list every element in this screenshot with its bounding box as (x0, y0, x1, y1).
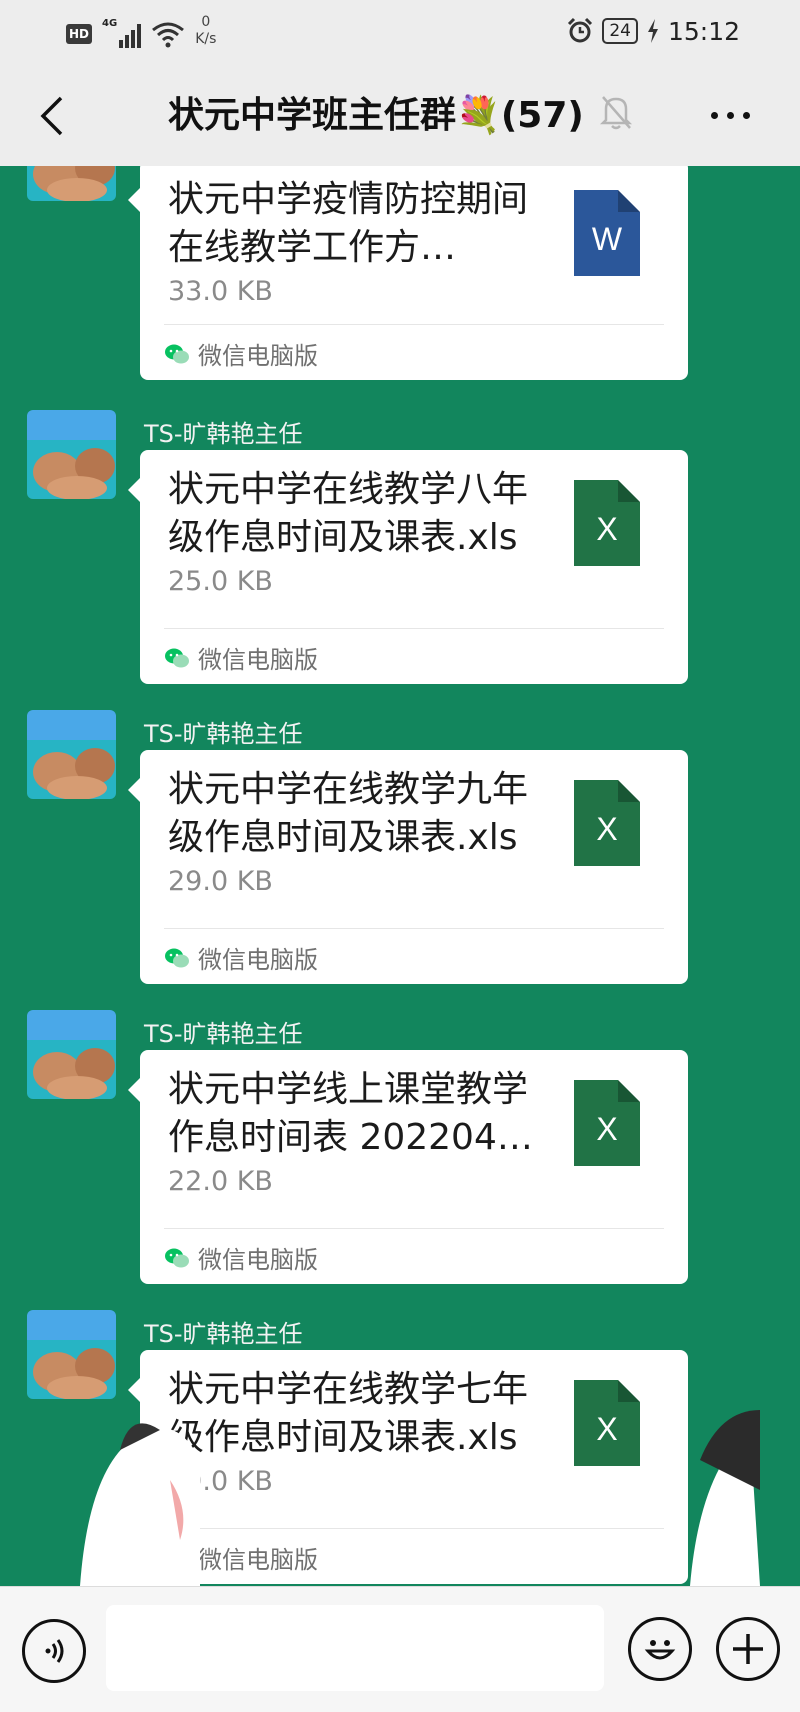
source-row: 微信电脑版 (164, 640, 318, 675)
file-card[interactable]: 状元中学在线教学九年级作息时间及课表.xls 29.0 KB X 微信电脑版 (128, 750, 688, 984)
svg-text:W: W (592, 221, 623, 257)
hd-badge: HD (66, 24, 93, 44)
sender-name: TS-旷韩艳主任 (144, 1320, 303, 1348)
svg-text:X: X (596, 1111, 617, 1147)
card-divider (164, 628, 664, 629)
wechat-icon (165, 344, 189, 363)
top-bar: HD 4G 0 K/s 24 15:12 状元中学班主任群💐(57) (0, 0, 800, 166)
source-label: 微信电脑版 (198, 646, 318, 674)
ellipsis-icon (710, 111, 718, 119)
bell-muted-icon (599, 96, 633, 130)
source-label: 微信电脑版 (198, 342, 318, 370)
source-row: 微信电脑版 (164, 940, 318, 975)
file-size: 33.0 KB (168, 276, 273, 307)
excel-file-icon: X (574, 1080, 640, 1166)
speed-value: 0 (201, 14, 211, 30)
source-row: 微信电脑版 (164, 1240, 318, 1275)
file-card[interactable]: 状元中学在线教学八年级作息时间及课表.xls 25.0 KB X 微信电脑版 (128, 450, 688, 684)
file-name: 状元中学在线教学九年级作息时间及课表.xls (168, 769, 529, 858)
message-input[interactable] (106, 1605, 604, 1691)
source-label: 微信电脑版 (198, 946, 318, 974)
chat-title: 状元中学班主任群💐(57) (168, 95, 584, 136)
file-size: 25.0 KB (168, 566, 273, 597)
signal-indicator: 4G (102, 14, 142, 48)
emoji-icon (644, 1640, 676, 1660)
chat-header: 状元中学班主任群💐(57) (0, 70, 800, 166)
input-bar (0, 1586, 800, 1712)
chevron-left-icon (40, 96, 63, 136)
sender-name: TS-旷韩艳主任 (144, 720, 303, 748)
network-type: 4G (102, 18, 118, 29)
file-card[interactable]: 状元中学线上课堂教学作息时间表 202204… 22.0 KB X 微信电脑版 (128, 1050, 688, 1284)
battery-level: 24 (602, 18, 638, 44)
status-bar-right: 24 15:12 (566, 14, 740, 48)
card-divider (164, 928, 664, 929)
file-name: 状元中学线上课堂教学作息时间表 202204… (168, 1069, 533, 1158)
excel-file-icon: X (574, 780, 640, 866)
clock: 15:12 (667, 16, 740, 46)
avatar[interactable] (27, 1010, 116, 1099)
wallpaper-cat-illustration (80, 1410, 760, 1586)
network-speed: 0 K/s (195, 14, 216, 48)
signal-bars-icon (119, 22, 142, 48)
source-label: 微信电脑版 (198, 1246, 318, 1274)
speed-unit: K/s (195, 31, 217, 47)
chat-screen: HD 4G 0 K/s 24 15:12 状元中学班主任群💐(57) 状元中学疫… (0, 0, 800, 1712)
file-name: 状元中学疫情防控期间在线教学工作方… (168, 179, 529, 268)
more-options-button[interactable] (700, 100, 760, 130)
status-bar-left: HD 4G 0 K/s (66, 14, 216, 48)
back-button[interactable] (24, 88, 80, 144)
plus-icon (733, 1634, 763, 1664)
card-divider (164, 324, 664, 325)
avatar[interactable] (27, 410, 116, 499)
alarm-icon (568, 17, 593, 43)
card-divider (164, 1228, 664, 1229)
avatar[interactable] (27, 710, 116, 799)
file-size: 22.0 KB (168, 1166, 273, 1197)
svg-text:X: X (596, 811, 617, 847)
svg-text:X: X (596, 511, 617, 547)
file-card[interactable]: 状元中学疫情防控期间在线教学工作方… 33.0 KB W 微信电脑版 (128, 160, 688, 380)
source-row: 微信电脑版 (164, 336, 318, 371)
voice-button[interactable] (22, 1619, 86, 1683)
file-name: 状元中学在线教学八年级作息时间及课表.xls (168, 469, 529, 558)
word-file-icon: W (574, 190, 640, 276)
add-button[interactable] (716, 1617, 780, 1681)
file-size: 29.0 KB (168, 866, 273, 897)
sender-name: TS-旷韩艳主任 (144, 1020, 303, 1048)
sender-name: TS-旷韩艳主任 (144, 420, 303, 448)
wechat-icon (165, 1248, 189, 1267)
charging-icon (647, 19, 658, 43)
excel-file-icon: X (574, 480, 640, 566)
wifi-icon (152, 22, 185, 48)
voice-icon (45, 1639, 64, 1663)
emoji-button[interactable] (628, 1617, 692, 1681)
wechat-icon (165, 948, 189, 967)
wechat-icon (165, 648, 189, 667)
